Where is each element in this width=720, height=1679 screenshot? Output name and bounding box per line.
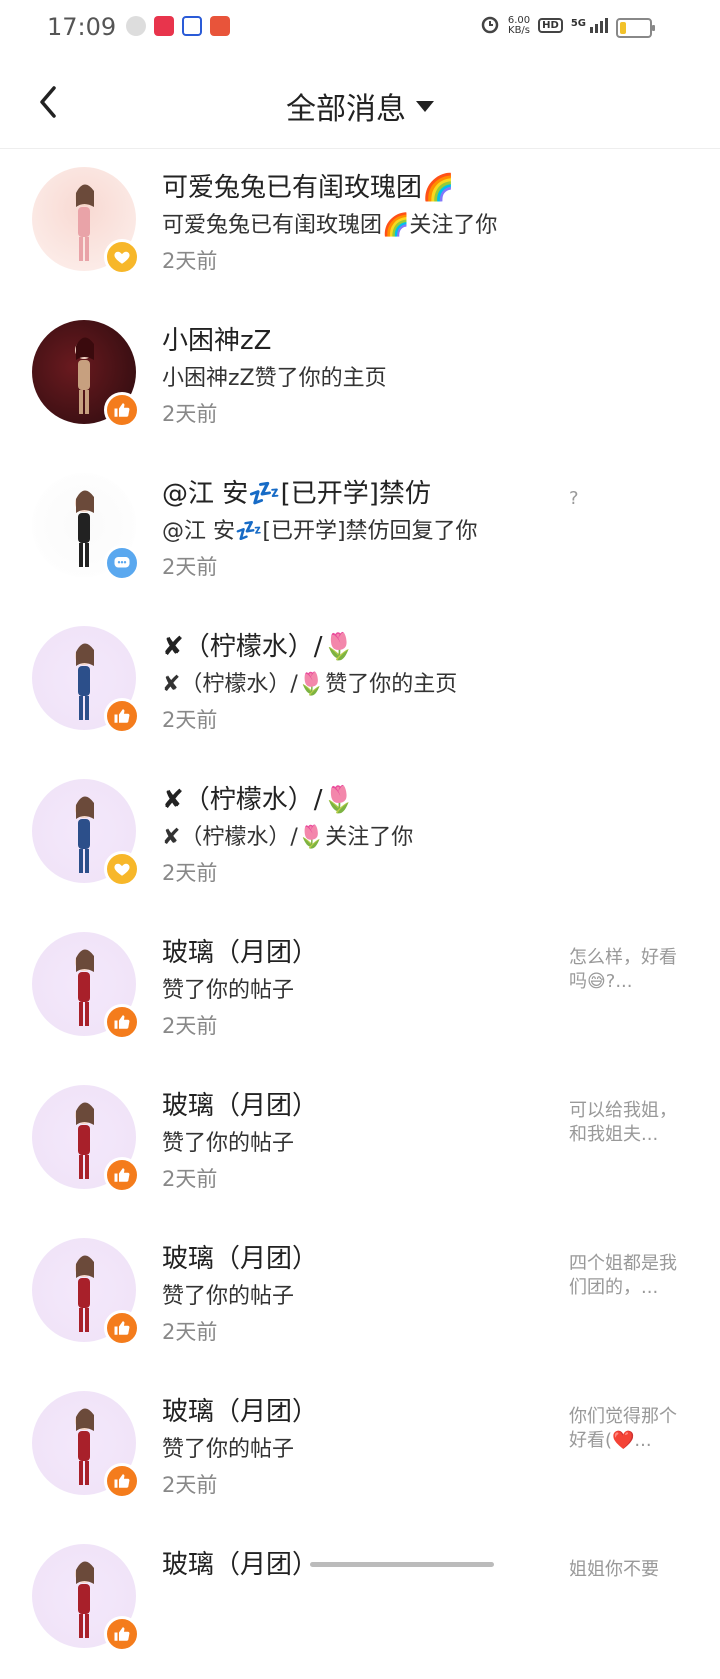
comment-icon [104,545,140,581]
network-speed: 6.00 KB/s [507,14,531,36]
message-text: @江 安💤[已开学]禁仿回复了你 [162,519,478,544]
message-time: 2天前 [162,402,218,426]
sender-name[interactable]: 玻璃（月团） [162,1085,318,1122]
baidu-icon [182,16,202,36]
sender-name[interactable]: 玻璃（月团） [162,1544,318,1581]
message-item[interactable]: @江 安💤[已开学]禁仿 @江 安💤[已开学]禁仿回复了你 2天前? [0,455,720,608]
message-text: 可爱兔兔已有闺玫瑰团🌈关注了你 [162,213,498,238]
notification-icons [126,16,230,36]
post-preview[interactable]: 你们觉得那个好看(❤️... [569,1405,684,1453]
sender-name[interactable]: ✘（柠檬水）/🌷 [162,779,355,816]
alarm-icon [480,14,500,37]
message-text: 赞了你的帖子 [162,1131,295,1156]
sender-name[interactable]: 小困神zZ [162,320,271,357]
message-item[interactable]: 小困神zZ 小困神zZ赞了你的主页 2天前 [0,302,720,455]
message-item[interactable]: 可爱兔兔已有闺玫瑰团🌈 可爱兔兔已有闺玫瑰团🌈关注了你 2天前 [0,149,720,302]
message-item[interactable]: ✘（柠檬水）/🌷 ✘（柠檬水）/🌷赞了你的主页 2天前 [0,608,720,761]
thumbs-up-icon [104,1157,140,1193]
thumbs-up-icon [104,1310,140,1346]
sender-name[interactable]: 玻璃（月团） [162,1391,318,1428]
message-text: ✘（柠檬水）/🌷赞了你的主页 [162,672,458,697]
app-orange-icon [210,16,230,36]
thumbs-up-icon [104,1616,140,1652]
thumbs-up-icon [104,392,140,428]
battery-icon [616,18,655,38]
status-indicators: 6.00 KB/s HD 5G [480,14,608,37]
home-indicator [310,1562,494,1567]
heart-icon [104,851,140,887]
thumbs-up-icon [104,1463,140,1499]
hd-badge: HD [538,18,563,33]
signal-icon: 5G [571,18,608,33]
message-item[interactable]: 玻璃（月团） 赞了你的帖子 2天前 怎么样，好看吗😅?... [0,914,720,1067]
message-time: 2天前 [162,249,218,273]
sender-name[interactable]: 玻璃（月团） [162,932,318,969]
message-time: 2天前 [162,1473,218,1497]
sender-name[interactable]: 玻璃（月团） [162,1238,318,1275]
message-time: 2天前 [162,708,218,732]
post-preview[interactable]: 姐姐你不要 [569,1558,684,1582]
message-time: 2天前 [162,1320,218,1344]
message-time: 2天前 [162,555,218,579]
post-preview[interactable]: 可以给我姐，和我姐夫... [569,1099,684,1147]
message-text: 小困神zZ赞了你的主页 [162,366,387,391]
message-time: 2天前 [162,1167,218,1191]
message-time: 2天前 [162,861,218,885]
post-preview[interactable]: 四个姐都是我们团的，... [569,1252,684,1300]
sender-name[interactable]: @江 安💤[已开学]禁仿 [162,473,431,510]
sender-name[interactable]: ✘（柠檬水）/🌷 [162,626,355,663]
page-title: 全部消息 [286,92,406,127]
heart-icon [104,239,140,275]
message-text: 赞了你的帖子 [162,978,295,1003]
page-title-dropdown[interactable]: 全部消息 [0,84,720,128]
thumbs-up-icon [104,698,140,734]
message-list: 可爱兔兔已有闺玫瑰团🌈 可爱兔兔已有闺玫瑰团🌈关注了你 2天前 小困神zZ 小困神zZ赞… [0,149,720,1679]
app-red-icon [154,16,174,36]
message-item[interactable]: 玻璃（月团） 姐姐你不要 [0,1526,720,1679]
message-text: ✘（柠檬水）/🌷关注了你 [162,825,414,850]
message-text: 赞了你的帖子 [162,1437,295,1462]
post-preview[interactable]: 怎么样，好看吗😅?... [569,946,684,994]
wechat-icon [126,16,146,36]
message-item[interactable]: ✘（柠檬水）/🌷 ✘（柠檬水）/🌷关注了你 2天前 [0,761,720,914]
sender-name[interactable]: 可爱兔兔已有闺玫瑰团🌈 [162,167,454,204]
status-time: 17:09 [47,13,117,41]
status-bar: 17:09 6.00 KB/s HD 5G [0,0,720,56]
header: 全部消息 [0,56,720,149]
message-text: 赞了你的帖子 [162,1284,295,1309]
caret-down-icon [416,100,434,112]
post-preview[interactable]: ? [569,487,684,511]
speed-value: 6.00 [507,14,531,26]
network-type: 5G [570,18,586,29]
thumbs-up-icon [104,1004,140,1040]
message-item[interactable]: 玻璃（月团） 赞了你的帖子 2天前 你们觉得那个好看(❤️... [0,1373,720,1526]
speed-unit: KB/s [508,24,531,36]
message-item[interactable]: 玻璃（月团） 赞了你的帖子 2天前 四个姐都是我们团的，... [0,1220,720,1373]
message-time: 2天前 [162,1014,218,1038]
message-item[interactable]: 玻璃（月团） 赞了你的帖子 2天前 可以给我姐，和我姐夫... [0,1067,720,1220]
